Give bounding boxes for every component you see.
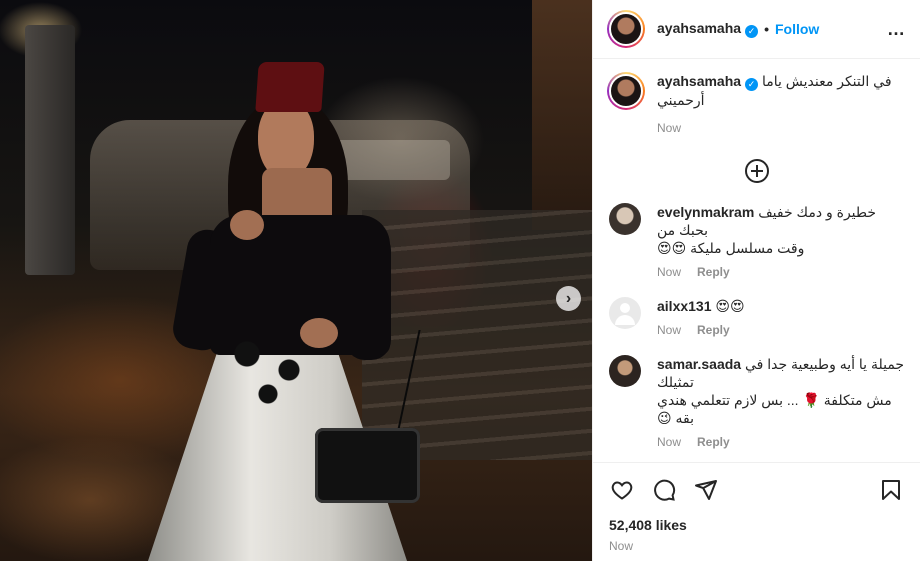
comment-line-1: ailxx131 😍😍	[657, 297, 906, 315]
comment-time[interactable]: Now	[657, 435, 681, 449]
comment-username[interactable]: ailxx131	[657, 298, 712, 314]
verified-badge-icon: ✓	[745, 25, 759, 38]
author-avatar[interactable]	[609, 12, 643, 46]
comment-body: samar.saada جميلة يا أيه وطبيعية جدا في …	[657, 355, 906, 449]
figure-handbag	[315, 428, 420, 503]
comment-meta: Now Reply	[657, 323, 906, 337]
reply-button[interactable]: Reply	[697, 265, 730, 279]
post-side-panel: ayahsamaha ✓ • Follow … ayahsamaha ✓ في ال…	[592, 0, 920, 561]
verified-badge-icon: ✓	[745, 78, 759, 91]
instagram-post-modal: › ayahsamaha ✓ • Follow … ayahsamaha ✓ ف…	[0, 0, 920, 561]
reply-button[interactable]: Reply	[697, 323, 730, 337]
comment-username[interactable]: samar.saada	[657, 356, 741, 372]
comment-meta: Now Reply	[657, 265, 906, 279]
reply-button[interactable]: Reply	[697, 435, 730, 449]
header-separator: •	[764, 21, 769, 37]
caption-avatar[interactable]	[609, 74, 643, 108]
figure-hand-lower	[300, 318, 338, 348]
chevron-right-icon: ›	[565, 290, 572, 307]
comment-time[interactable]: Now	[657, 265, 681, 279]
comment-item: samar.saada جميلة يا أيه وطبيعية جدا في …	[593, 355, 920, 449]
next-image-button[interactable]: ›	[556, 286, 581, 311]
photo-woman-figure	[0, 0, 592, 561]
comment-meta: Now Reply	[657, 435, 906, 449]
comment-body: evelynmakram خطيرة و دمك خفيف بحبك من وق…	[657, 203, 906, 279]
load-more-comments	[593, 159, 920, 183]
figure-hand-upper	[230, 210, 264, 240]
comment-line-1: evelynmakram خطيرة و دمك خفيف بحبك من	[657, 203, 906, 239]
comment-avatar[interactable]	[609, 203, 641, 235]
comment-item: ailxx131 😍😍 Now Reply	[593, 297, 920, 337]
caption-body: ayahsamaha ✓ في التنكر معنديش ياما أرحمين…	[657, 72, 906, 135]
caption-meta: Now	[657, 121, 906, 135]
comments-list[interactable]: ayahsamaha ✓ في التنكر معنديش ياما أرحمين…	[593, 60, 920, 462]
more-options-icon[interactable]: …	[887, 19, 906, 40]
comment-item: evelynmakram خطيرة و دمك خفيف بحبك من وق…	[593, 203, 920, 279]
comment-icon[interactable]	[651, 477, 677, 503]
comment-body: ailxx131 😍😍 Now Reply	[657, 297, 906, 337]
comment-line-1: samar.saada جميلة يا أيه وطبيعية جدا في …	[657, 355, 906, 391]
figure-fez-hat	[255, 62, 325, 112]
post-actions: 52,408 likes Now	[593, 462, 920, 561]
plus-circle-icon[interactable]	[744, 159, 769, 183]
caption-time[interactable]: Now	[657, 121, 681, 135]
action-icons	[609, 477, 904, 503]
post-time[interactable]: Now	[609, 539, 904, 553]
share-icon[interactable]	[693, 477, 719, 503]
comment-avatar[interactable]	[609, 297, 641, 329]
comment-username[interactable]: evelynmakram	[657, 204, 754, 220]
follow-button[interactable]: Follow	[775, 21, 819, 37]
comment-text-2: وقت مسلسل مليكة 😍😍	[657, 240, 805, 256]
comment-avatar[interactable]	[609, 355, 641, 387]
caption-text-1: في التنكر معنديش ياما	[761, 73, 892, 89]
likes-count[interactable]: 52,408 likes	[609, 517, 904, 533]
post-photo[interactable]: ›	[0, 0, 592, 561]
author-username[interactable]: ayahsamaha ✓	[657, 20, 759, 38]
comment-text-1: 😍😍	[715, 298, 745, 314]
caption-avatar-ring[interactable]	[607, 72, 645, 110]
caption-text-2: أرحميني	[657, 92, 705, 108]
post-caption: ayahsamaha ✓ في التنكر معنديش ياما أرحمين…	[593, 60, 920, 135]
caption-line-1: ayahsamaha ✓ في التنكر معنديش ياما	[657, 72, 906, 91]
comment-text-2: مش متكلفة 🌹 ... بس لازم تتعلمي هندي بقه …	[657, 392, 892, 426]
comment-time[interactable]: Now	[657, 323, 681, 337]
author-avatar-ring[interactable]	[607, 10, 645, 48]
caption-username[interactable]: ayahsamaha	[657, 73, 741, 89]
bookmark-icon[interactable]	[878, 477, 904, 503]
heart-icon[interactable]	[609, 477, 635, 503]
post-header: ayahsamaha ✓ • Follow …	[593, 0, 920, 59]
